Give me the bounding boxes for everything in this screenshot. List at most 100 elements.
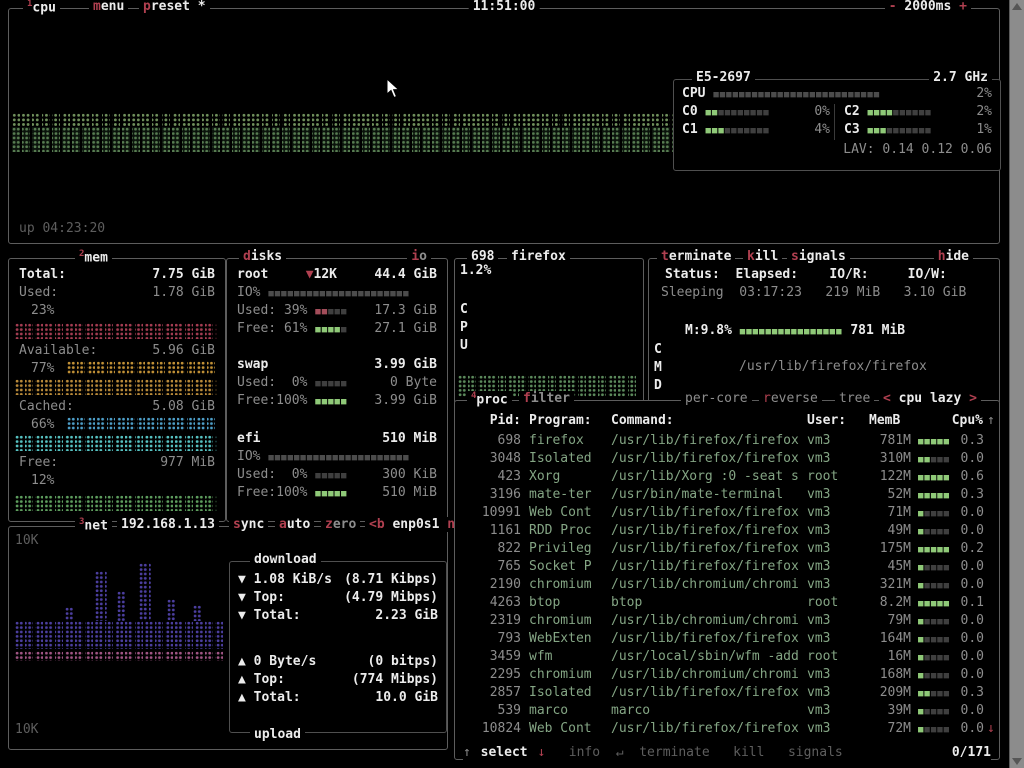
preset-button[interactable]: preset * bbox=[139, 0, 210, 14]
proc-command: /usr/lib/firefox/firefox bbox=[611, 541, 799, 556]
proc-row[interactable]: 822 Privileg /usr/lib/firefox/firefox vm… bbox=[456, 541, 998, 559]
proc-row[interactable]: 2857 Isolated /usr/lib/firefox/firefox v… bbox=[456, 685, 998, 703]
tab-cpu[interactable]: 1cpu bbox=[23, 0, 60, 16]
proc-row[interactable]: 1161 RDD Proc /usr/lib/firefox/firefox v… bbox=[456, 523, 998, 541]
proc-row[interactable]: 2295 chromium /usr/lib/chromium/chromi v… bbox=[456, 667, 998, 685]
proc-command: /usr/lib/firefox/firefox bbox=[611, 685, 799, 700]
proc-cpu: 0.0 bbox=[960, 649, 984, 664]
scrollbar-down-arrow[interactable] bbox=[1012, 758, 1022, 765]
proc-row[interactable]: 765 Socket P /usr/lib/firefox/firefox vm… bbox=[456, 559, 998, 577]
col-command[interactable]: Command: bbox=[611, 413, 674, 428]
proc-mem: 209M bbox=[879, 685, 911, 700]
proc-box: 4proc filter per-core reverse tree < cpu… bbox=[454, 391, 1000, 761]
disk-efi-free-label: Free: bbox=[237, 485, 277, 500]
detail-status-label: Status: bbox=[665, 267, 720, 282]
footer-terminate-button[interactable]: terminate bbox=[639, 745, 709, 760]
disk-root-io-meter: ■■■■■■■■■■■■■■■■■■■■■■ bbox=[268, 289, 410, 299]
download-section-title: download bbox=[250, 552, 321, 567]
upload-section-title: upload bbox=[250, 727, 305, 742]
proc-pid: 822 bbox=[497, 541, 521, 556]
cpu-frequency: 2.7 GHz bbox=[929, 70, 992, 85]
proc-row[interactable]: 3048 Isolated /usr/lib/firefox/firefox v… bbox=[456, 451, 998, 469]
scroll-down-icon[interactable]: ↓ bbox=[987, 721, 995, 736]
net-download-spike bbox=[139, 563, 151, 621]
net-download-graph-base bbox=[15, 651, 225, 661]
proc-table-header: Pid: Program: Command: User: MemB Cpu% ↑ bbox=[455, 413, 999, 431]
net-ip-address: 192.168.1.13 bbox=[117, 517, 219, 532]
net-prev-interface-button[interactable]: <b bbox=[369, 517, 385, 532]
btop-terminal: { "colors": { "background": "#000000", "… bbox=[0, 0, 1024, 768]
upload-speed: 0 Byte/s bbox=[253, 654, 317, 669]
select-down-icon[interactable]: ↓ bbox=[537, 745, 545, 760]
core-meter-off: ■■■■■■■ bbox=[724, 126, 770, 136]
proc-row[interactable]: 3196 mate-ter /usr/bin/mate-terminal vm3… bbox=[456, 487, 998, 505]
core-pct: 2% bbox=[976, 104, 992, 119]
net-zero-button[interactable]: zero bbox=[321, 517, 361, 532]
tab-proc[interactable]: 4proc bbox=[467, 391, 512, 408]
detail-hide-button[interactable]: hide bbox=[933, 249, 973, 264]
net-download-spike bbox=[167, 599, 177, 621]
disk-efi-used-label: Used: bbox=[237, 467, 277, 482]
proc-row[interactable]: 3459 wfm /usr/local/sbin/wfm -add root 1… bbox=[456, 649, 998, 667]
upload-arrow-icon: ▲ bbox=[238, 654, 246, 669]
menu-button[interactable]: menu bbox=[89, 0, 129, 14]
proc-mem: 16M bbox=[887, 649, 911, 664]
tab-disks[interactable]: disks bbox=[239, 249, 287, 264]
col-cpu[interactable]: Cpu% bbox=[925, 413, 983, 428]
proc-row[interactable]: 539 marco marco vm3 39M ■■■■■ 0.0 bbox=[456, 703, 998, 721]
select-up-icon[interactable]: ↑ bbox=[463, 745, 471, 760]
proc-program: chromium bbox=[529, 613, 592, 628]
mem-available-graph-inline bbox=[67, 361, 217, 375]
footer-signals-button[interactable]: signals bbox=[788, 745, 843, 760]
upload-top-label: Top: bbox=[253, 672, 285, 687]
scroll-up-icon[interactable]: ↑ bbox=[987, 413, 995, 428]
proc-per-core-toggle[interactable]: per-core bbox=[681, 391, 752, 406]
proc-reverse-toggle[interactable]: reverse bbox=[759, 391, 822, 406]
proc-row[interactable]: 423 Xorg /usr/lib/Xorg :0 -seat s root 1… bbox=[456, 469, 998, 487]
disks-io-toggle[interactable]: io bbox=[407, 249, 431, 264]
net-auto-button[interactable]: auto bbox=[275, 517, 315, 532]
proc-program: firefox bbox=[529, 433, 584, 448]
disk-efi-used-pct: 0% bbox=[291, 467, 308, 482]
scrollbar-up-arrow[interactable] bbox=[1012, 3, 1022, 10]
proc-command: /usr/lib/firefox/firefox bbox=[611, 721, 799, 736]
proc-sort-next-button[interactable]: > bbox=[969, 391, 977, 406]
proc-sort-prev-button[interactable]: < bbox=[883, 391, 891, 406]
interval-decrease-button[interactable]: - bbox=[889, 0, 897, 14]
mem-available-graph bbox=[15, 379, 217, 395]
interval-increase-button[interactable]: + bbox=[959, 0, 967, 14]
proc-row[interactable]: 10824 Web Cont /usr/lib/firefox/firefox … bbox=[456, 721, 998, 739]
terminal-scrollbar[interactable] bbox=[1009, 0, 1024, 768]
proc-command: /usr/lib/firefox/firefox bbox=[611, 523, 799, 538]
col-user[interactable]: User: bbox=[807, 413, 846, 428]
disk-swap-used-label: Used: bbox=[237, 375, 277, 390]
detail-terminate-button[interactable]: terminate bbox=[657, 249, 736, 264]
info-button[interactable]: info bbox=[569, 745, 600, 760]
proc-command: /usr/lib/firefox/firefox bbox=[611, 433, 799, 448]
proc-row[interactable]: 2319 chromium /usr/lib/chromium/chromi v… bbox=[456, 613, 998, 631]
footer-kill-button[interactable]: kill bbox=[733, 745, 764, 760]
disk-root-used-pct: 39% bbox=[283, 303, 308, 318]
proc-row[interactable]: 4263 btop btop root 8.2M ■■■■■ 0.1 bbox=[456, 595, 998, 613]
proc-row[interactable]: 698 firefox /usr/lib/firefox/firefox vm3… bbox=[456, 433, 998, 451]
tab-net[interactable]: 3net bbox=[75, 517, 112, 534]
proc-mem: 175M bbox=[879, 541, 911, 556]
col-mem[interactable]: MemB bbox=[869, 413, 900, 428]
proc-user: root bbox=[807, 595, 839, 610]
proc-tree-toggle[interactable]: tree bbox=[835, 391, 875, 406]
detail-kill-button[interactable]: kill bbox=[743, 249, 783, 264]
proc-cpu: 0.1 bbox=[960, 595, 984, 610]
detail-signals-button[interactable]: signals bbox=[787, 249, 850, 264]
col-program[interactable]: Program: bbox=[529, 413, 592, 428]
proc-mem: 49M bbox=[887, 523, 911, 538]
cpu-core-row: C1 ■■■■■■■■■■ 4% bbox=[682, 122, 830, 138]
disk-efi-free-value: 510 MiB bbox=[382, 485, 437, 500]
proc-row[interactable]: 793 WebExten /usr/lib/firefox/firefox vm… bbox=[456, 631, 998, 649]
tab-mem[interactable]: 2mem bbox=[75, 249, 112, 266]
detail-elapsed-label: Elapsed: bbox=[735, 267, 799, 282]
net-sync-button[interactable]: sync bbox=[229, 517, 269, 532]
proc-row[interactable]: 2190 chromium /usr/lib/chromium/chromi v… bbox=[456, 577, 998, 595]
proc-filter-button[interactable]: filter bbox=[519, 391, 574, 406]
proc-row[interactable]: 10991 Web Cont /usr/lib/firefox/firefox … bbox=[456, 505, 998, 523]
col-pid[interactable]: Pid: bbox=[465, 413, 521, 428]
